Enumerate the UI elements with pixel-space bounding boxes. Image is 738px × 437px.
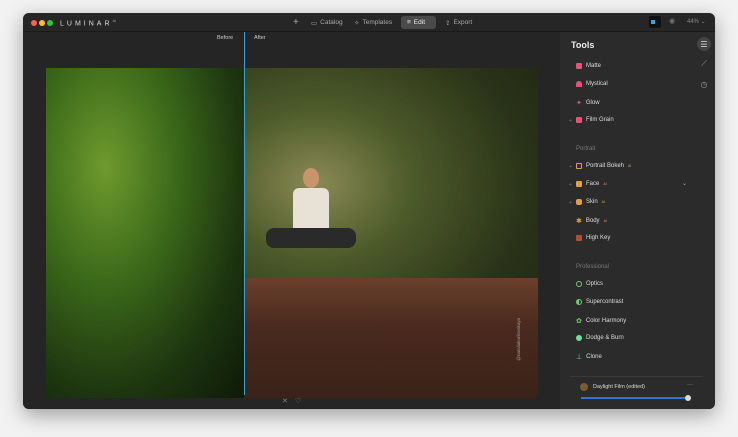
tool-optics[interactable]: Optics (576, 281, 603, 287)
optics-icon (576, 281, 582, 287)
tab-templates[interactable]: ✧ Templates (348, 16, 398, 29)
tool-glow[interactable]: ✦ Glow (576, 99, 600, 107)
slider-fill (581, 397, 688, 399)
compare-icon (651, 20, 655, 24)
subject (266, 168, 356, 278)
tool-mystical[interactable]: Mystical (576, 81, 608, 87)
expand-icon[interactable]: + (569, 118, 572, 124)
divider (570, 376, 703, 377)
skin-icon (576, 199, 582, 205)
app-logo: LUMINARAI (60, 18, 117, 28)
tab-catalog[interactable]: ▭ Catalog (305, 16, 349, 29)
tab-export[interactable]: ⇪ Export (439, 16, 478, 29)
add-button[interactable]: + (287, 16, 305, 29)
clone-icon: ⊥ (576, 354, 583, 361)
eye-icon[interactable]: ◉ (669, 17, 675, 25)
preset-thumbnail (580, 383, 588, 391)
before-label: Before (217, 35, 234, 41)
tool-dodge-burn[interactable]: Dodge & Burn (576, 335, 624, 341)
history-icon[interactable]: ◷ (697, 77, 711, 91)
tool-high-key[interactable]: High Key (576, 235, 610, 241)
supercontrast-icon (576, 299, 582, 305)
tool-face[interactable]: Face AI (576, 181, 607, 187)
glow-icon: ✦ (576, 100, 582, 107)
tool-matte[interactable]: Matte (576, 63, 601, 69)
sliders-icon: ≡ (407, 19, 411, 26)
more-icon[interactable]: ··· (687, 382, 693, 388)
film-grain-icon (576, 117, 582, 123)
compare-divider-handle[interactable] (244, 32, 245, 395)
face-icon (576, 181, 582, 187)
color-harmony-icon: ✿ (576, 318, 582, 325)
expand-icon[interactable]: + (569, 200, 572, 206)
templates-icon: ✧ (354, 19, 360, 27)
brush-icon[interactable]: ⟋ (697, 57, 711, 71)
before-half (46, 68, 244, 398)
portrait-bokeh-icon (576, 163, 582, 169)
favorite-icon[interactable]: ♡ (295, 397, 301, 405)
photo: @nataliakurilovskaya (46, 68, 538, 398)
dodge-burn-icon (576, 335, 582, 341)
chevron-down-icon[interactable]: ⌄ (682, 180, 687, 187)
maximize-button[interactable] (47, 20, 53, 26)
preset-name: Daylight Film (edited) (593, 384, 645, 390)
close-button[interactable] (31, 20, 37, 26)
reject-icon[interactable]: ✕ (282, 397, 288, 405)
app-window: LUMINARAI + ▭ Catalog ✧ Templates ≡ Edit ⇪ E… (23, 13, 715, 409)
after-label: After (254, 35, 266, 41)
tool-film-grain[interactable]: Film Grain (576, 117, 614, 123)
watermark: @nataliakurilovskaya (516, 318, 521, 361)
tool-supercontrast[interactable]: Supercontrast (576, 299, 623, 305)
mystical-icon (576, 81, 582, 87)
tool-skin[interactable]: Skin AI (576, 199, 605, 205)
expand-icon[interactable]: + (569, 164, 572, 170)
export-icon: ⇪ (445, 19, 451, 27)
compare-toggle[interactable] (649, 16, 661, 28)
folder-icon: ▭ (311, 19, 318, 27)
tool-portrait-bokeh[interactable]: Portrait Bokeh AI (576, 163, 631, 169)
image-canvas[interactable]: Before After @nataliakurilovskaya ✕ ♡ (23, 32, 560, 409)
tool-body[interactable]: ✱ Body AI (576, 217, 607, 225)
section-professional: Professional (576, 264, 610, 270)
slider-knob[interactable] (684, 394, 691, 401)
preset-amount-slider[interactable] (581, 394, 691, 401)
zoom-select[interactable]: 44% ⌄ (687, 18, 706, 25)
adjustments-icon[interactable]: ☰ (697, 37, 711, 51)
tools-panel: Tools ☰ ⟋ ◷ Matte Mystical ✦ Glow + Film … (560, 32, 715, 409)
titlebar: LUMINARAI + ▭ Catalog ✧ Templates ≡ Edit ⇪ E… (23, 13, 715, 32)
body-icon: ✱ (576, 218, 582, 225)
tab-edit[interactable]: ≡ Edit (401, 16, 436, 29)
high-key-icon (576, 235, 582, 241)
tools-title: Tools (571, 40, 595, 50)
tool-clone[interactable]: ⊥ Clone (576, 353, 602, 361)
section-portrait: Portrait (576, 146, 596, 152)
matte-icon (576, 63, 582, 69)
expand-icon[interactable]: + (569, 182, 572, 188)
minimize-button[interactable] (39, 20, 45, 26)
tool-color-harmony[interactable]: ✿ Color Harmony (576, 317, 626, 325)
